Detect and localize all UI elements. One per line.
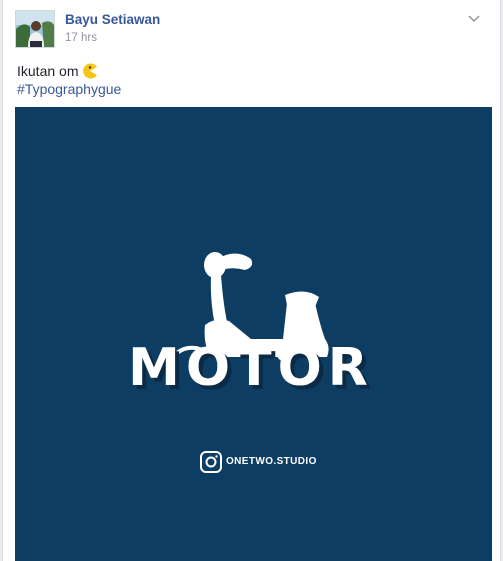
post-image[interactable]: MOTOR MOTOR ONETWO.STUDIO <box>15 107 492 561</box>
post-message-text: Ikutan om <box>17 63 79 79</box>
feed-post: Bayu Setiawan 17 hrs Ikutan om #Typograp… <box>2 0 501 561</box>
post-header: Bayu Setiawan 17 hrs <box>15 10 485 50</box>
instagram-icon <box>200 451 222 473</box>
post-timestamp[interactable]: 17 hrs <box>65 32 97 44</box>
logo-word: MOTOR <box>128 338 374 398</box>
avatar[interactable] <box>15 10 55 48</box>
motor-logo-illustration: MOTOR MOTOR <box>128 252 374 473</box>
hashtag-link[interactable]: #Typographygue <box>17 80 121 98</box>
chevron-down-icon[interactable] <box>467 11 481 23</box>
studio-handle-text: ONETWO.STUDIO <box>226 456 317 467</box>
author-name-link[interactable]: Bayu Setiawan <box>65 12 160 27</box>
avatar-photo <box>16 11 54 47</box>
